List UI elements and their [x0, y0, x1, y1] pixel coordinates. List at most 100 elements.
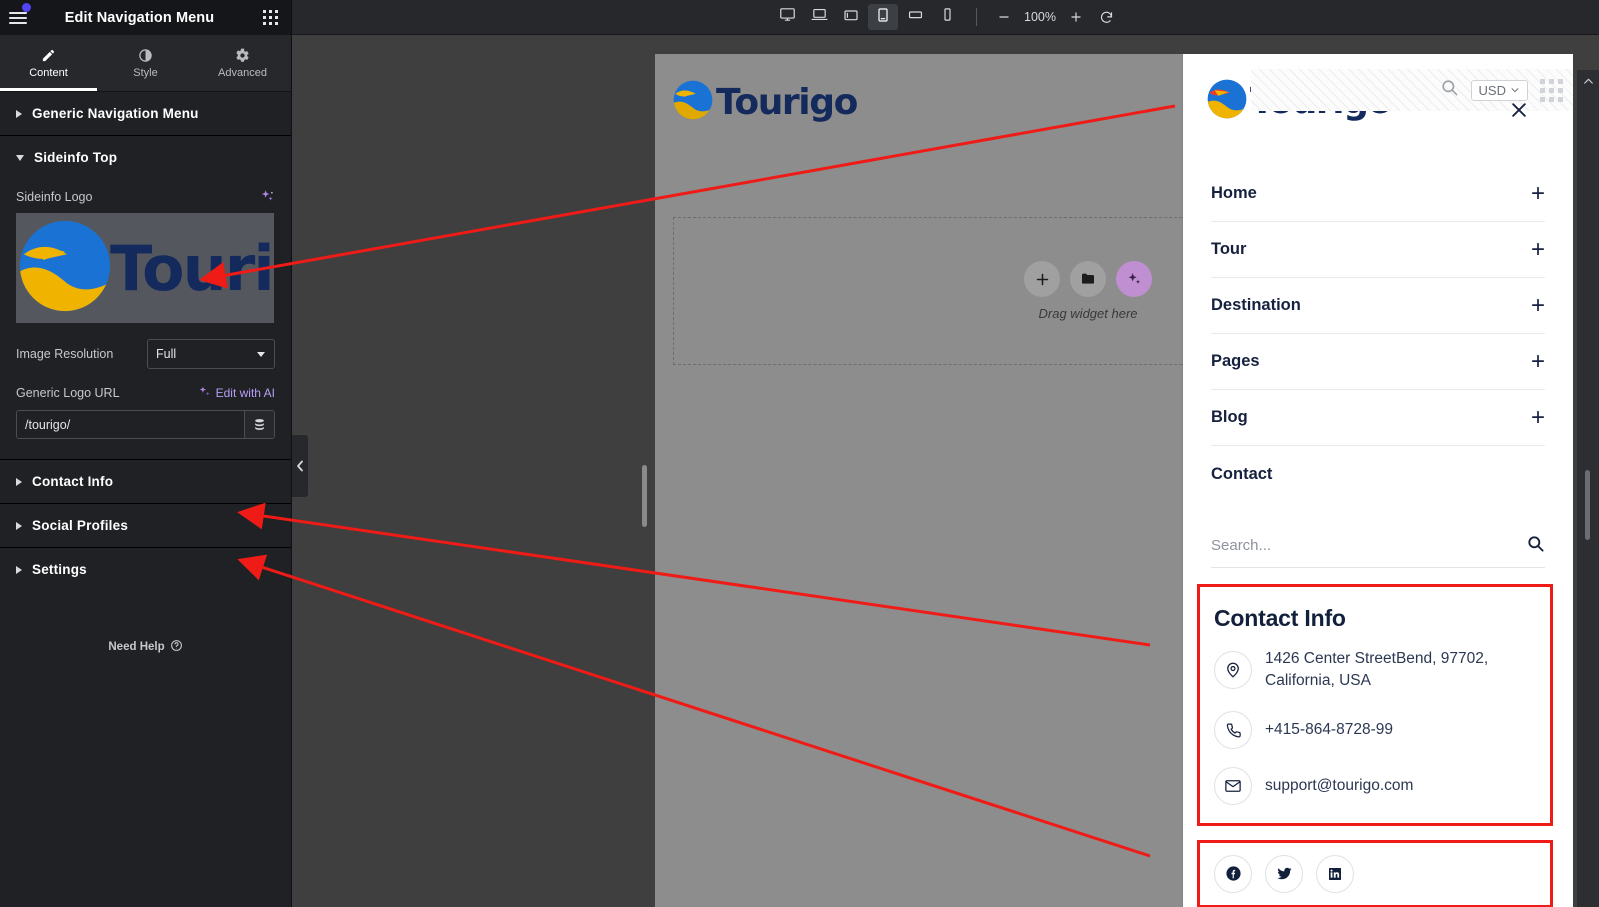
zoom-in-button[interactable] [1063, 4, 1089, 30]
section-settings-header[interactable]: Settings [0, 548, 291, 591]
nav-item-destination[interactable]: Destination + [1211, 278, 1545, 334]
generic-logo-url-label: Generic Logo URL [16, 386, 120, 400]
panel-header: Edit Navigation Menu [0, 0, 291, 35]
device-tablet-portrait-button[interactable] [868, 4, 898, 30]
nav-search-input[interactable] [1211, 537, 1526, 554]
canvas-resize-handle[interactable] [642, 465, 647, 527]
generic-logo-url-row: Generic Logo URL Edit with AI [16, 385, 275, 401]
contact-email-row: support@tourigo.com [1214, 766, 1534, 805]
tab-style-label: Style [133, 67, 158, 79]
device-desktop-button[interactable] [772, 4, 802, 30]
facebook-icon[interactable] [1214, 854, 1252, 893]
navigation-menu-preview: USD Home + Tour + Destination + Pages + … [1183, 54, 1573, 907]
search-icon[interactable] [1440, 78, 1459, 102]
plus-icon[interactable]: + [1531, 237, 1545, 262]
phone-icon [1214, 710, 1252, 749]
tab-content-label: Content [29, 67, 68, 79]
add-element-button[interactable] [1024, 261, 1060, 297]
tab-advanced[interactable]: Advanced [194, 35, 291, 91]
dropzone-label: Drag widget here [1038, 306, 1138, 321]
generic-logo-url-field [16, 410, 275, 439]
section-generic-navigation-menu-header[interactable]: Generic Navigation Menu [0, 92, 291, 135]
contact-info-title: Contact Info [1214, 605, 1346, 631]
plus-icon[interactable]: + [1531, 293, 1545, 318]
notification-dot-icon [22, 3, 31, 12]
grid-dots-icon[interactable] [1540, 78, 1563, 102]
edit-with-ai-button[interactable]: Edit with AI [198, 385, 275, 401]
tourigo-logo-mark-icon [671, 78, 715, 127]
linkedin-icon[interactable] [1316, 854, 1354, 893]
scrollbar-thumb[interactable] [1585, 470, 1590, 540]
nav-item-label: Blog [1211, 408, 1248, 426]
folder-template-button[interactable] [1070, 261, 1106, 297]
device-mobile-landscape-button[interactable] [900, 4, 930, 30]
section-contact-info-label: Contact Info [32, 474, 114, 489]
close-icon[interactable] [1509, 100, 1529, 120]
nav-overlay-header: USD [1183, 54, 1573, 154]
zoom-reset-button[interactable] [1093, 4, 1119, 30]
section-generic-navigation-menu: Generic Navigation Menu [0, 92, 291, 136]
section-settings-label: Settings [32, 562, 87, 577]
plus-icon[interactable]: + [1531, 349, 1545, 374]
plus-icon[interactable]: + [1531, 405, 1545, 430]
chevron-down-icon [1511, 88, 1519, 93]
tab-advanced-label: Advanced [218, 67, 267, 79]
image-resolution-select[interactable]: Full [147, 339, 275, 369]
device-tablet-landscape-button[interactable] [836, 4, 866, 30]
section-sideinfo-top-header[interactable]: Sideinfo Top [0, 136, 291, 179]
sideinfo-logo-label: Sideinfo Logo [16, 189, 93, 204]
question-circle-icon [170, 639, 183, 655]
nav-item-home[interactable]: Home + [1211, 166, 1545, 222]
hamburger-menu-icon[interactable] [0, 0, 36, 35]
search-icon[interactable] [1526, 534, 1545, 558]
section-social-profiles: Social Profiles [0, 504, 291, 548]
preview-canvas: Tourigo Drag widget here USD Home + Tour… [292, 35, 1599, 907]
chevron-right-icon [16, 477, 22, 486]
section-generic-navigation-menu-label: Generic Navigation Menu [32, 106, 199, 121]
image-resolution-value: Full [156, 347, 177, 361]
location-pin-icon [1214, 651, 1252, 690]
currency-select[interactable]: USD [1470, 79, 1528, 101]
tab-content[interactable]: Content [0, 35, 97, 91]
contact-info-block: Contact Info 1426 Center StreetBend, 977… [1197, 584, 1553, 826]
twitter-icon[interactable] [1265, 854, 1303, 893]
nav-item-pages[interactable]: Pages + [1211, 334, 1545, 390]
chevron-down-icon [257, 352, 265, 357]
scroll-up-chevron-icon[interactable] [1577, 70, 1599, 92]
sideinfo-logo-thumbnail[interactable]: Tourigo [16, 213, 274, 323]
contact-email-value: support@tourigo.com [1265, 776, 1414, 794]
section-sideinfo-top: Sideinfo Top Sideinfo Logo Touri Image R… [0, 136, 291, 460]
contact-address-row: 1426 Center StreetBend, 97702, Californi… [1214, 648, 1534, 693]
plus-icon[interactable]: + [1531, 181, 1545, 206]
chevron-right-icon [16, 109, 22, 118]
nav-item-tour[interactable]: Tour + [1211, 222, 1545, 278]
panel-collapse-handle[interactable] [292, 435, 308, 497]
generic-logo-url-input[interactable] [17, 411, 244, 438]
edit-with-ai-label: Edit with AI [215, 386, 275, 400]
tab-style[interactable]: Style [97, 35, 194, 91]
zoom-out-button[interactable] [991, 4, 1017, 30]
device-laptop-button[interactable] [804, 4, 834, 30]
nav-item-blog[interactable]: Blog + [1211, 390, 1545, 446]
currency-value: USD [1478, 82, 1506, 98]
preview-scrollbar[interactable] [1577, 70, 1599, 907]
image-resolution-row: Image Resolution Full [16, 339, 275, 369]
device-mobile-portrait-button[interactable] [932, 4, 962, 30]
need-help-button[interactable]: Need Help [0, 639, 291, 655]
section-contact-info-header[interactable]: Contact Info [0, 460, 291, 503]
section-social-profiles-header[interactable]: Social Profiles [0, 504, 291, 547]
tablet-portrait-icon [875, 7, 891, 28]
mobile-landscape-icon [908, 7, 923, 27]
ai-sparkles-icon[interactable] [260, 189, 275, 204]
apps-grid-icon[interactable] [251, 0, 291, 35]
pencil-icon [41, 47, 56, 63]
toolbar-divider [976, 8, 977, 26]
zoom-level-value: 100% [1024, 10, 1056, 24]
nav-item-contact[interactable]: Contact [1211, 446, 1545, 502]
gear-icon [235, 47, 250, 63]
dynamic-tags-button[interactable] [244, 411, 274, 438]
chevron-down-icon [16, 154, 24, 161]
ai-generate-button[interactable] [1116, 261, 1152, 297]
image-resolution-label: Image Resolution [16, 347, 114, 361]
sideinfo-logo-field-row: Sideinfo Logo [16, 189, 275, 204]
